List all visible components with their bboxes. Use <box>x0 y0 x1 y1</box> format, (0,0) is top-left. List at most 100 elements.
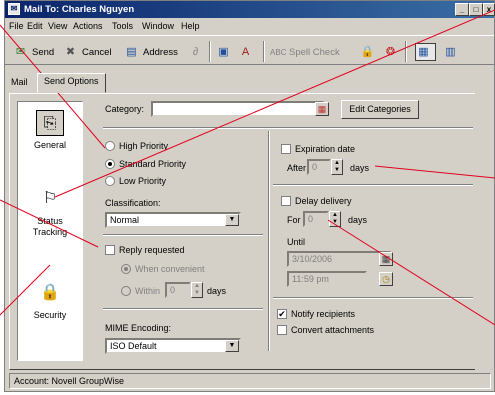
status-bar: Account: Novell GroupWise <box>9 373 491 389</box>
delay-for-spinner[interactable]: ▲ ▼ <box>329 211 341 227</box>
delay-delivery-checkbox[interactable] <box>281 196 291 206</box>
reply-requested-checkbox[interactable] <box>105 245 115 255</box>
edit-categories-button[interactable]: Edit Categories <box>341 100 419 119</box>
delay-for-label: For <box>287 215 301 225</box>
toolbar-separator <box>263 41 265 62</box>
reply-within-field[interactable]: 0 <box>165 282 191 298</box>
priority-low-radio[interactable] <box>105 176 115 186</box>
tab-mail[interactable]: Mail <box>5 75 34 92</box>
priority-high-radio[interactable] <box>105 141 115 151</box>
font-icon: A <box>241 45 250 58</box>
divider <box>273 297 473 299</box>
date-picker-button[interactable]: ▦ <box>379 252 393 266</box>
title-bar[interactable]: ✉ Mail To: Charles Nguyen _ □ x <box>5 1 495 18</box>
tab-strip: Mail Send Options <box>5 71 494 93</box>
delay-until-label: Until <box>287 237 306 247</box>
general-icon: ⎘ <box>36 110 64 136</box>
clock-icon: ◷ <box>382 274 390 284</box>
classification-select[interactable]: Normal ▼ <box>105 212 241 228</box>
vertical-divider <box>268 131 270 351</box>
mime-encoding-label: MIME Encoding: <box>105 323 172 333</box>
maximize-button[interactable]: □ <box>469 3 483 16</box>
reply-within-spinner[interactable]: ▲ ▼ <box>191 282 203 298</box>
category-picker-button[interactable]: ▦ <box>315 102 329 116</box>
tab-send-options[interactable]: Send Options <box>37 73 106 93</box>
divider <box>103 308 263 310</box>
time-picker-button[interactable]: ◷ <box>379 272 393 286</box>
save-draft-button[interactable]: ▣ <box>216 43 235 61</box>
priority-standard-radio[interactable] <box>105 159 115 169</box>
close-button[interactable]: x <box>483 3 495 16</box>
nav-security[interactable]: 🔒 Security <box>18 280 82 320</box>
convert-attachments-checkbox[interactable] <box>277 325 287 335</box>
right-scroll-strip <box>475 93 491 370</box>
expiration-after-field[interactable]: 0 <box>307 159 331 175</box>
menu-window[interactable]: Window <box>142 21 174 31</box>
toolbar: ✉ Send ✖ Cancel ▤ Address ∂ ▣ A ABC Spel… <box>5 35 494 65</box>
attach-button[interactable]: ∂ <box>188 43 207 61</box>
reply-within-radio[interactable] <box>121 286 131 296</box>
category-field[interactable] <box>151 101 324 117</box>
delay-until-date-field[interactable]: 3/10/2006 <box>287 251 391 267</box>
lock-icon: 🔒 <box>360 45 375 58</box>
toolbar-separator <box>209 41 211 62</box>
spell-check-icon: ABC <box>270 47 287 57</box>
mail-window: ✉ Mail To: Charles Nguyen _ □ x File Edi… <box>4 0 495 392</box>
expiration-date-checkbox[interactable] <box>281 144 291 154</box>
menu-actions[interactable]: Actions <box>73 21 103 31</box>
priority-standard-label: Standard Priority <box>119 159 187 169</box>
show-field-button[interactable]: ▥ <box>443 43 462 61</box>
convert-attachments-label: Convert attachments <box>291 325 375 335</box>
reply-days-label: days <box>207 286 227 296</box>
nav-general[interactable]: ⎘ General <box>18 110 82 150</box>
address-book-icon: ▤ <box>126 45 137 58</box>
font-button[interactable]: A <box>238 43 257 61</box>
expiration-after-label: After <box>287 163 307 173</box>
panel-view-icon: ▥ <box>445 45 456 58</box>
seal-icon: ❂ <box>385 45 396 58</box>
security-icon: 🔒 <box>40 284 60 301</box>
menu-view[interactable]: View <box>48 21 67 31</box>
view-toggle-button[interactable]: ▦ <box>415 43 436 61</box>
toolbar-separator <box>405 41 407 62</box>
cancel-icon: ✖ <box>65 45 76 58</box>
divider <box>103 127 473 129</box>
signature-button[interactable]: ❂ <box>383 43 402 61</box>
notify-recipients-checkbox[interactable]: ✔ <box>277 309 287 319</box>
lock-button[interactable]: 🔒 <box>360 43 379 61</box>
minimize-button[interactable]: _ <box>455 3 469 16</box>
priority-high-label: High Priority <box>119 141 169 151</box>
reply-within-label: Within <box>135 286 161 296</box>
mail-window-icon: ✉ <box>8 3 20 15</box>
menu-edit[interactable]: Edit <box>27 21 43 31</box>
send-button[interactable]: ✉ Send <box>13 43 54 61</box>
divider <box>103 234 263 236</box>
chevron-down-icon[interactable]: ▼ <box>225 214 239 226</box>
delay-delivery-label: Delay delivery <box>295 196 352 206</box>
reply-convenient-radio[interactable] <box>121 264 131 274</box>
chevron-down-icon[interactable]: ▼ <box>225 340 239 352</box>
reply-convenient-label: When convenient <box>135 264 205 274</box>
mime-encoding-select[interactable]: ISO Default ▼ <box>105 338 241 354</box>
save-icon: ▣ <box>218 45 229 58</box>
send-icon: ✉ <box>15 45 26 58</box>
cancel-button[interactable]: ✖ Cancel <box>63 43 112 61</box>
delay-until-time-field[interactable]: 11:59 pm <box>287 271 367 287</box>
menu-file[interactable]: File <box>9 21 24 31</box>
classification-label: Classification: <box>105 198 161 208</box>
expiration-after-spinner[interactable]: ▲ ▼ <box>331 159 343 175</box>
menu-tools[interactable]: Tools <box>112 21 133 31</box>
spell-check-button[interactable]: ABC Spell Check <box>270 43 340 61</box>
window-title: Mail To: Charles Nguyen <box>24 4 135 15</box>
delay-for-field[interactable]: 0 <box>303 211 329 227</box>
expiration-date-label: Expiration date <box>295 144 356 154</box>
menu-bar: File Edit View Actions Tools Window Help <box>5 19 494 34</box>
priority-low-label: Low Priority <box>119 176 167 186</box>
address-button[interactable]: ▤ Address <box>124 43 178 61</box>
category-icon: ▦ <box>317 104 327 114</box>
nav-status-tracking[interactable]: ⚐ Status Tracking <box>18 186 82 238</box>
calendar-icon: ▦ <box>381 254 391 264</box>
menu-help[interactable]: Help <box>181 21 200 31</box>
divider <box>273 184 473 186</box>
category-label: Category: <box>105 104 145 114</box>
